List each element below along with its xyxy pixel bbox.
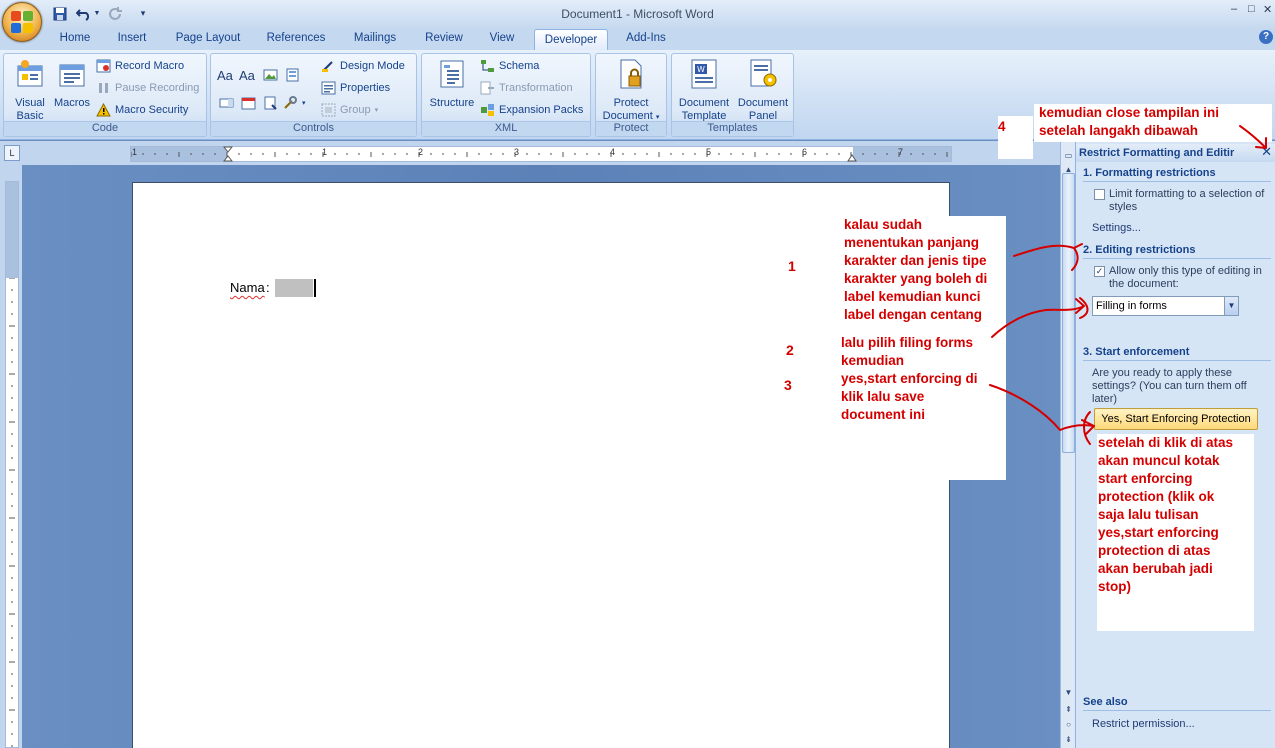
office-logo-icon bbox=[11, 11, 33, 33]
arrow-to-select bbox=[991, 297, 1089, 338]
annotation-arrows bbox=[989, 125, 1267, 445]
arrow-to-enforce-button bbox=[989, 384, 1095, 445]
arrow-to-close-icon bbox=[1239, 125, 1267, 149]
arrow-to-editing-restrictions bbox=[1013, 243, 1083, 271]
office-button[interactable] bbox=[2, 2, 42, 42]
